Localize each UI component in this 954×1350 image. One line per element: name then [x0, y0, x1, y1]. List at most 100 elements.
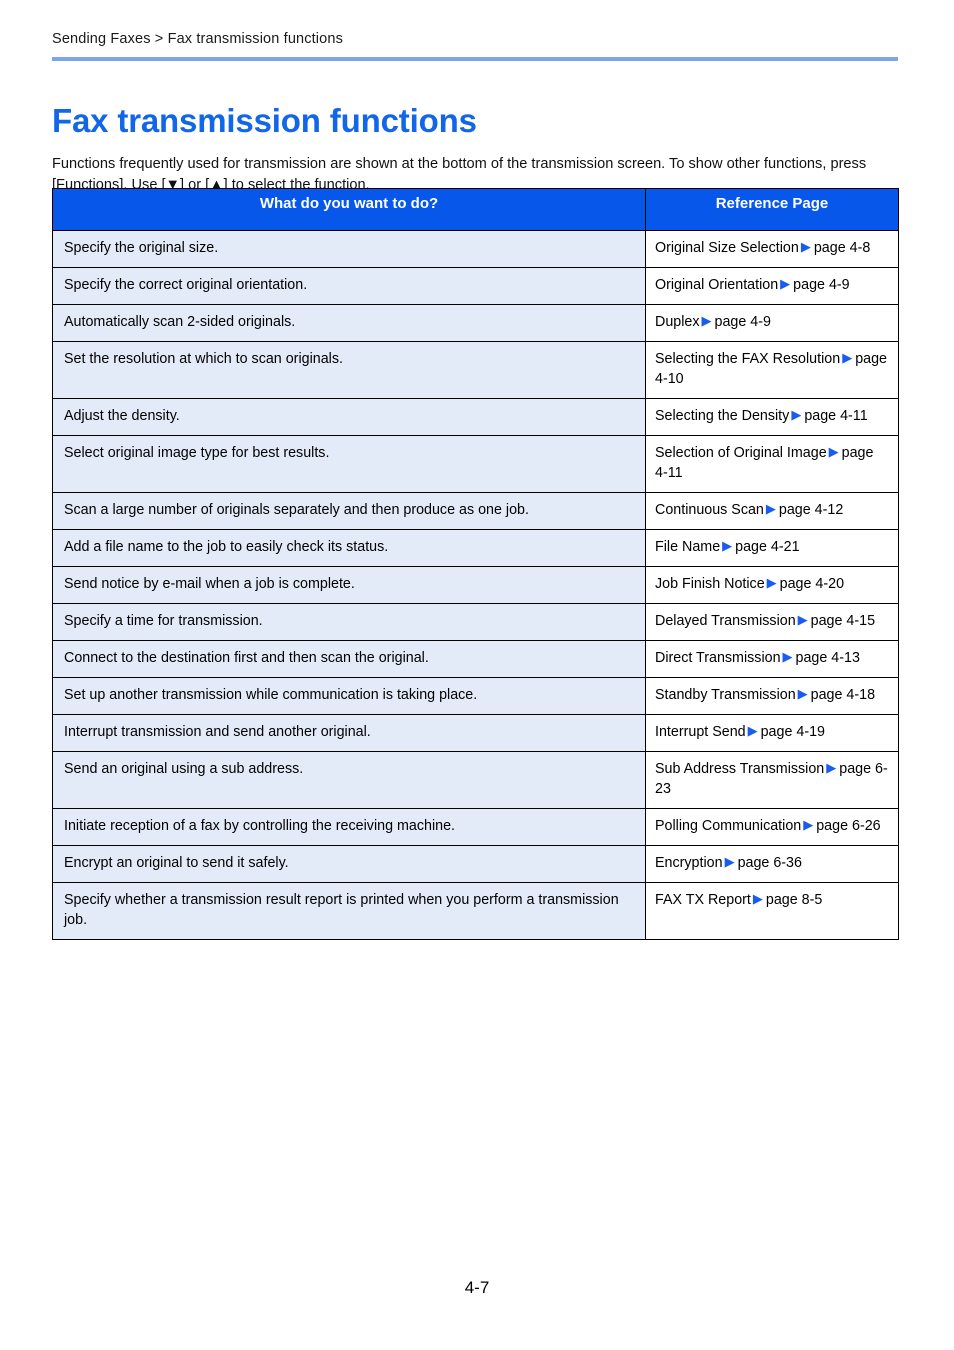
reference-page-label[interactable]: page 4-20 — [780, 576, 844, 592]
task-cell: Set up another transmission while commun… — [52, 677, 646, 715]
play-triangle-icon: ▶ — [791, 407, 802, 422]
functions-table: What do you want to do? Reference Page S… — [52, 188, 899, 940]
reference-link-name[interactable]: Sub Address Transmission — [655, 761, 824, 777]
reference-cell[interactable]: Encryption ▶ page 6-36 — [645, 845, 899, 883]
reference-cell[interactable]: Direct Transmission ▶ page 4-13 — [645, 640, 899, 678]
reference-page-label[interactable]: page 8-5 — [766, 892, 822, 908]
play-triangle-icon: ▶ — [766, 575, 777, 590]
play-triangle-icon: ▶ — [752, 891, 763, 906]
task-cell: Interrupt transmission and send another … — [52, 714, 646, 752]
reference-page-label[interactable]: page 4-15 — [811, 613, 875, 629]
breadcrumb: Sending Faxes > Fax transmission functio… — [52, 31, 343, 47]
column-header-reference: Reference Page — [645, 188, 899, 231]
reference-link-name[interactable]: Selecting the Density — [655, 408, 789, 424]
table-row: Specify a time for transmission. Delayed … — [52, 603, 899, 641]
reference-link-name[interactable]: Delayed Transmission — [655, 613, 796, 629]
reference-page-label[interactable]: page 4-9 — [715, 314, 771, 330]
reference-link-name[interactable]: Encryption — [655, 855, 723, 871]
reference-link-name[interactable]: Polling Communication — [655, 818, 801, 834]
reference-link-name[interactable]: Original Orientation — [655, 277, 778, 293]
play-triangle-icon: ▶ — [724, 854, 735, 869]
reference-cell[interactable]: Polling Communication ▶ page 6-26 — [645, 808, 899, 846]
play-triangle-icon: ▶ — [765, 501, 776, 516]
task-cell: Specify whether a transmission result re… — [52, 882, 646, 940]
task-cell: Encrypt an original to send it safely. — [52, 845, 646, 883]
reference-link-name[interactable]: Job Finish Notice — [655, 576, 765, 592]
play-triangle-icon: ▶ — [828, 444, 839, 459]
task-cell: Adjust the density. — [52, 398, 646, 436]
task-cell: Add a file name to the job to easily che… — [52, 529, 646, 567]
play-triangle-icon: ▶ — [780, 276, 791, 291]
reference-cell[interactable]: Selection of Original Image ▶ page 4-11 — [645, 435, 899, 493]
reference-page-label[interactable]: page 4-18 — [811, 687, 875, 703]
table-row: Send notice by e-mail when a job is comp… — [52, 566, 899, 604]
reference-cell[interactable]: File Name ▶ page 4-21 — [645, 529, 899, 567]
reference-page-label[interactable]: page 4-12 — [779, 502, 843, 518]
reference-cell[interactable]: Standby Transmission ▶ page 4-18 — [645, 677, 899, 715]
table-row: Initiate reception of a fax by controlli… — [52, 808, 899, 846]
reference-page-label[interactable]: page 4-11 — [804, 408, 867, 424]
table-row: Connect to the destination first and the… — [52, 640, 899, 678]
reference-page-label[interactable]: page 4-21 — [735, 539, 799, 555]
play-triangle-icon: ▶ — [797, 686, 808, 701]
reference-page-label[interactable]: page 6-36 — [738, 855, 802, 871]
reference-cell[interactable]: Original Size Selection ▶ page 4-8 — [645, 230, 899, 268]
task-cell: Send an original using a sub address. — [52, 751, 646, 809]
reference-cell[interactable]: Selecting the Density ▶ page 4-11 — [645, 398, 899, 436]
reference-link-name[interactable]: FAX TX Report — [655, 892, 751, 908]
reference-page-label[interactable]: page 6-26 — [816, 818, 880, 834]
reference-page-label[interactable]: page 4-13 — [796, 650, 860, 666]
table-row: Scan a large number of originals separat… — [52, 492, 899, 530]
reference-link-name[interactable]: Duplex — [655, 314, 700, 330]
column-header-task: What do you want to do? — [52, 188, 646, 231]
reference-cell[interactable]: Duplex ▶ page 4-9 — [645, 304, 899, 342]
table-row: Send an original using a sub address. Sub… — [52, 751, 899, 809]
table-row: Specify the correct original orientation… — [52, 267, 899, 305]
play-triangle-icon: ▶ — [722, 538, 733, 553]
reference-cell[interactable]: Delayed Transmission ▶ page 4-15 — [645, 603, 899, 641]
task-cell: Scan a large number of originals separat… — [52, 492, 646, 530]
task-cell: Send notice by e-mail when a job is comp… — [52, 566, 646, 604]
reference-page-label[interactable]: page 4-9 — [793, 277, 849, 293]
table-row: Interrupt transmission and send another … — [52, 714, 899, 752]
reference-page-label[interactable]: page 4-8 — [814, 240, 870, 256]
reference-link-name[interactable]: Interrupt Send — [655, 724, 746, 740]
play-triangle-icon: ▶ — [782, 649, 793, 664]
reference-link-name[interactable]: Direct Transmission — [655, 650, 781, 666]
table-row: Add a file name to the job to easily che… — [52, 529, 899, 567]
table-row: Select original image type for best resu… — [52, 435, 899, 493]
footer-page-number: 4-7 — [464, 1278, 490, 1297]
table-row: Automatically scan 2-sided originals. Dup… — [52, 304, 899, 342]
play-triangle-icon: ▶ — [842, 350, 853, 365]
document-page: Sending Faxes > Fax transmission functio… — [0, 0, 954, 1350]
reference-cell[interactable]: Sub Address Transmission ▶ page 6-23 — [645, 751, 899, 809]
reference-page-label[interactable]: page 4-19 — [761, 724, 825, 740]
table-row: Set up another transmission while commun… — [52, 677, 899, 715]
reference-link-name[interactable]: Standby Transmission — [655, 687, 796, 703]
play-triangle-icon: ▶ — [826, 760, 837, 775]
reference-cell[interactable]: Interrupt Send ▶ page 4-19 — [645, 714, 899, 752]
reference-cell[interactable]: Selecting the FAX Resolution ▶ page 4-10 — [645, 341, 899, 399]
table-row: Set the resolution at which to scan orig… — [52, 341, 899, 399]
reference-cell[interactable]: Original Orientation ▶ page 4-9 — [645, 267, 899, 305]
play-triangle-icon: ▶ — [747, 723, 758, 738]
reference-link-name[interactable]: File Name — [655, 539, 720, 555]
reference-cell[interactable]: FAX TX Report ▶ page 8-5 — [645, 882, 899, 940]
reference-link-name[interactable]: Selecting the FAX Resolution — [655, 351, 840, 367]
task-cell: Automatically scan 2-sided originals. — [52, 304, 646, 342]
reference-link-name[interactable]: Selection of Original Image — [655, 445, 827, 461]
task-cell: Connect to the destination first and the… — [52, 640, 646, 678]
header-divider-rule — [52, 57, 898, 61]
table-body: Specify the original size. Original Size … — [52, 230, 899, 940]
task-cell: Set the resolution at which to scan orig… — [52, 341, 646, 399]
play-triangle-icon: ▶ — [803, 817, 814, 832]
play-triangle-icon: ▶ — [800, 239, 811, 254]
reference-cell[interactable]: Continuous Scan ▶ page 4-12 — [645, 492, 899, 530]
reference-link-name[interactable]: Original Size Selection — [655, 240, 799, 256]
reference-link-name[interactable]: Continuous Scan — [655, 502, 764, 518]
task-cell: Initiate reception of a fax by controlli… — [52, 808, 646, 846]
play-triangle-icon: ▶ — [701, 313, 712, 328]
page-title: Fax transmission functions — [52, 102, 477, 140]
reference-cell[interactable]: Job Finish Notice ▶ page 4-20 — [645, 566, 899, 604]
task-cell: Specify a time for transmission. — [52, 603, 646, 641]
